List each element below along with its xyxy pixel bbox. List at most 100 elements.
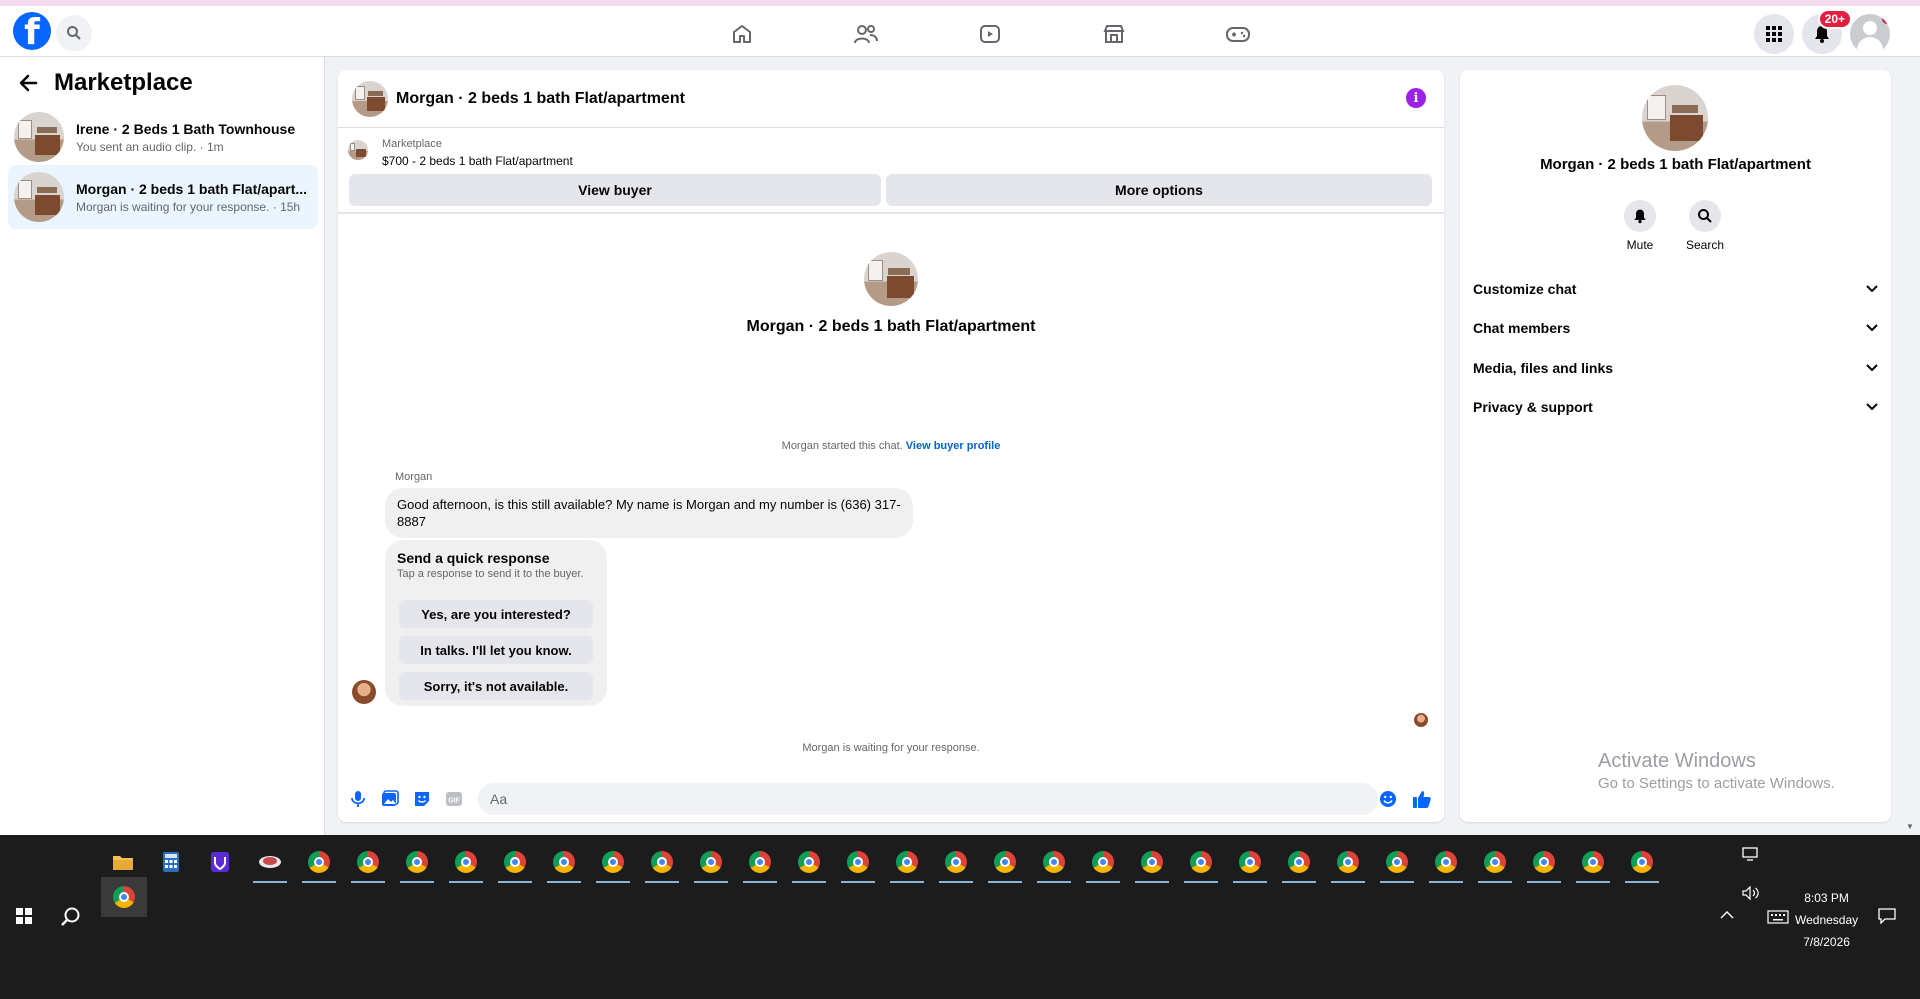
- status-dot: [1882, 14, 1890, 24]
- view-buyer-profile-link[interactable]: View buyer profile: [906, 440, 1001, 452]
- browser-app-icon[interactable]: [253, 845, 287, 883]
- chrome-icon[interactable]: [1086, 845, 1120, 883]
- grid-menu-icon: [1766, 26, 1782, 42]
- chrome-icon[interactable]: [1135, 845, 1169, 883]
- clock-time: 8:03 PM: [1804, 891, 1849, 905]
- scroll-down-arrow-icon[interactable]: ▼: [1906, 822, 1914, 831]
- chrome-icon[interactable]: [1331, 845, 1365, 883]
- quick-response-subtitle: Tap a response to send it to the buyer.: [397, 568, 584, 580]
- chrome-icon[interactable]: [1233, 845, 1267, 883]
- chrome-icon[interactable]: [596, 845, 630, 883]
- svg-text:GIF: GIF: [448, 798, 460, 805]
- conversation-item-morgan[interactable]: Morgan · 2 beds 1 bath Flat/apart... Mor…: [8, 165, 318, 229]
- chrome-icon[interactable]: [792, 845, 826, 883]
- chrome-icon[interactable]: [1576, 845, 1610, 883]
- notification-badge: 20+: [1817, 9, 1852, 29]
- view-buyer-button[interactable]: View buyer: [349, 174, 881, 206]
- chat-header: Morgan · 2 beds 1 bath Flat/apartment i: [338, 70, 1444, 128]
- details-title: Morgan · 2 beds 1 bath Flat/apartment: [1540, 156, 1811, 173]
- chrome-icon[interactable]: [302, 845, 336, 883]
- chevron-up-icon[interactable]: [1720, 908, 1734, 923]
- windows-start-icon[interactable]: [16, 908, 32, 924]
- chrome-icon[interactable]: [988, 845, 1022, 883]
- watch-icon: [980, 25, 1000, 43]
- nav-gaming[interactable]: [1176, 14, 1300, 54]
- chevron-down-icon: [1866, 324, 1878, 332]
- info-icon[interactable]: i: [1406, 88, 1426, 108]
- listing-bar: Marketplace $700 - 2 beds 1 bath Flat/ap…: [338, 128, 1444, 214]
- chrome-icon[interactable]: [498, 845, 532, 883]
- chat-header-title[interactable]: Morgan · 2 beds 1 bath Flat/apartment: [396, 90, 685, 108]
- chrome-icon[interactable]: [743, 845, 777, 883]
- marketplace-icon: [1103, 25, 1125, 43]
- nav-marketplace[interactable]: [1052, 14, 1176, 54]
- chrome-icon[interactable]: [1625, 845, 1659, 883]
- listing-price[interactable]: $700 - 2 beds 1 bath Flat/apartment: [382, 154, 573, 168]
- taskbar-search-button[interactable]: [60, 906, 82, 933]
- mute-button[interactable]: Mute: [1610, 200, 1670, 252]
- chrome-icon[interactable]: [1037, 845, 1071, 883]
- photo-button[interactable]: [380, 789, 400, 809]
- microphone-button[interactable]: [348, 789, 368, 809]
- like-button[interactable]: [1412, 789, 1432, 809]
- quick-reply-button[interactable]: Sorry, it's not available.: [399, 672, 593, 700]
- details-thumbnail[interactable]: [1642, 85, 1708, 151]
- account-avatar[interactable]: [1850, 14, 1890, 54]
- chrome-icon[interactable]: [1527, 845, 1561, 883]
- keyboard-icon[interactable]: [1767, 910, 1789, 927]
- app-shield-icon[interactable]: [203, 845, 237, 879]
- media-files-links-row[interactable]: Media, files and links: [1473, 353, 1878, 383]
- gif-button[interactable]: GIF: [444, 789, 464, 809]
- search-label: Search: [1685, 238, 1725, 252]
- file-explorer-icon[interactable]: [106, 845, 140, 879]
- chrome-icon[interactable]: [547, 845, 581, 883]
- nav-watch[interactable]: [928, 14, 1052, 54]
- chrome-icon[interactable]: [841, 845, 875, 883]
- chrome-icon[interactable]: [694, 845, 728, 883]
- menu-button[interactable]: [1754, 14, 1794, 54]
- chrome-icon[interactable]: [1282, 845, 1316, 883]
- chrome-icon[interactable]: [939, 845, 973, 883]
- chrome-icon[interactable]: [645, 845, 679, 883]
- more-options-button[interactable]: More options: [886, 174, 1432, 206]
- chrome-icon[interactable]: [351, 845, 385, 883]
- active-chrome-window[interactable]: [101, 877, 147, 917]
- nav-home[interactable]: [680, 14, 804, 54]
- desktop-notes-icon[interactable]: [1742, 847, 1758, 864]
- calculator-icon[interactable]: [154, 845, 188, 879]
- chrome-icon[interactable]: [890, 845, 924, 883]
- chat-header-thumbnail[interactable]: [352, 80, 388, 117]
- facebook-logo-icon[interactable]: f: [13, 12, 51, 50]
- quick-response-title: Send a quick response: [397, 550, 550, 566]
- chrome-icon[interactable]: [1184, 845, 1218, 883]
- quick-reply-button[interactable]: In talks. I'll let you know.: [399, 636, 593, 664]
- quick-reply-button[interactable]: Yes, are you interested?: [399, 600, 593, 628]
- chrome-icon[interactable]: [1380, 845, 1414, 883]
- back-arrow-icon[interactable]: [18, 73, 38, 93]
- conversation-title: Morgan · 2 beds 1 bath Flat/apart...: [76, 180, 308, 197]
- emoji-button[interactable]: [1378, 789, 1398, 809]
- sender-avatar[interactable]: [352, 680, 376, 704]
- chat-window: Morgan · 2 beds 1 bath Flat/apartment i …: [338, 70, 1444, 822]
- volume-icon[interactable]: [1742, 885, 1760, 903]
- quick-response-card: Send a quick response Tap a response to …: [385, 540, 607, 706]
- conversation-item-irene[interactable]: Irene · 2 Beds 1 Bath Townhouse You sent…: [8, 105, 318, 169]
- notifications-button[interactable]: 20+: [1802, 9, 1852, 54]
- chrome-icon[interactable]: [1478, 845, 1512, 883]
- conversation-subtitle: You sent an audio clip. · 1m: [76, 139, 224, 154]
- action-center-icon[interactable]: [1878, 908, 1896, 927]
- chrome-icon[interactable]: [449, 845, 483, 883]
- listing-thumbnail: [348, 140, 368, 160]
- chrome-icon[interactable]: [1429, 845, 1463, 883]
- privacy-support-row[interactable]: Privacy & support: [1473, 392, 1878, 422]
- sticker-button[interactable]: [412, 789, 432, 809]
- chat-members-row[interactable]: Chat members: [1473, 313, 1878, 343]
- search-button[interactable]: [56, 15, 92, 51]
- taskbar-clock[interactable]: 8:03 PM Wednesday 7/8/2026: [1795, 887, 1858, 953]
- customize-chat-row[interactable]: Customize chat: [1473, 274, 1878, 304]
- mute-label: Mute: [1626, 238, 1654, 252]
- search-in-chat-button[interactable]: Search: [1675, 200, 1735, 252]
- message-input[interactable]: [478, 783, 1378, 815]
- chrome-icon[interactable]: [400, 845, 434, 883]
- nav-friends[interactable]: [804, 14, 928, 54]
